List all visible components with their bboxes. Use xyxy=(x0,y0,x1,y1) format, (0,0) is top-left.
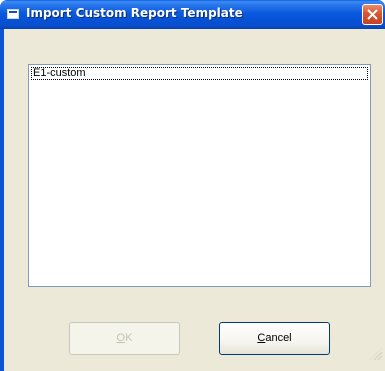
app-window-icon[interactable] xyxy=(7,9,19,19)
import-template-dialog: Import Custom Report Template E1-custom … xyxy=(0,0,385,371)
cancel-button[interactable]: Cancel xyxy=(219,322,330,355)
ok-button-label: K xyxy=(125,332,133,344)
title-bar[interactable]: Import Custom Report Template xyxy=(0,0,385,29)
list-item[interactable]: E1-custom xyxy=(31,67,368,80)
window-title: Import Custom Report Template xyxy=(26,6,243,20)
cancel-button-label: ancel xyxy=(265,332,292,344)
resize-grip-icon[interactable] xyxy=(365,343,383,361)
window-left-border xyxy=(0,29,4,371)
ok-button[interactable]: OK xyxy=(69,322,180,355)
close-button[interactable] xyxy=(362,4,383,25)
ok-button-mnemonic: O xyxy=(116,332,126,344)
close-x-icon xyxy=(367,9,378,20)
template-listbox[interactable]: E1-custom xyxy=(28,64,371,287)
